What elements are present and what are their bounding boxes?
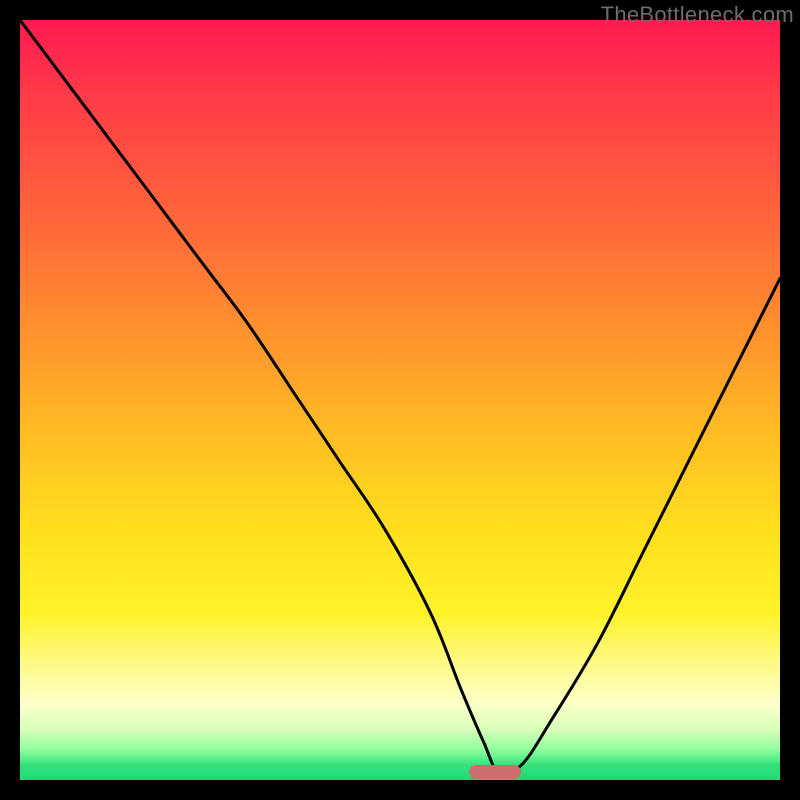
plot-area bbox=[20, 20, 780, 780]
chart-frame: TheBottleneck.com bbox=[0, 0, 800, 800]
optimal-marker bbox=[469, 765, 521, 779]
bottleneck-curve bbox=[20, 20, 780, 780]
watermark-text: TheBottleneck.com bbox=[601, 2, 794, 28]
